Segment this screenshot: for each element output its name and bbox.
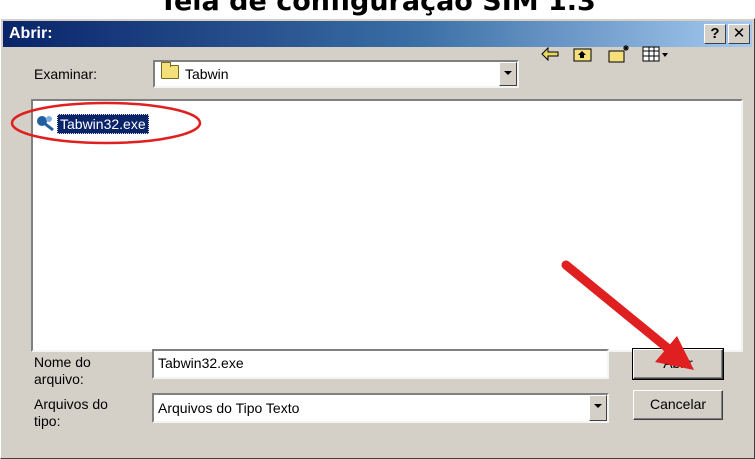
- back-arrow-icon[interactable]: [539, 43, 561, 65]
- lookin-dropdown[interactable]: Tabwin: [153, 60, 519, 88]
- application-icon: [35, 114, 55, 132]
- file-name: Tabwin32.exe: [57, 114, 149, 134]
- filetype-label: Arquivos do tipo:: [34, 396, 108, 429]
- page-title: Tela de configuração SIM 1.3: [159, 0, 596, 17]
- up-folder-icon[interactable]: [572, 43, 594, 65]
- filetype-value: Arquivos do Tipo Texto: [158, 400, 300, 416]
- open-button[interactable]: Abrir: [632, 348, 724, 380]
- filetype-dropdown[interactable]: Arquivos do Tipo Texto: [152, 393, 609, 423]
- help-button[interactable]: ?: [704, 24, 726, 44]
- dialog-titlebar: Abrir: ? ✕: [3, 21, 752, 47]
- list-item[interactable]: Tabwin32.exe: [33, 112, 183, 134]
- dialog-title: Abrir:: [9, 25, 53, 42]
- filename-input[interactable]: Tabwin32.exe: [152, 349, 609, 379]
- lookin-value: Tabwin: [185, 66, 229, 82]
- filename-label: Nome do arquivo:: [34, 354, 91, 387]
- cancel-button[interactable]: Cancelar: [633, 390, 723, 420]
- lookin-label: Examinar:: [34, 66, 98, 82]
- folder-icon: [161, 62, 179, 79]
- close-button[interactable]: ✕: [728, 24, 750, 44]
- file-list[interactable]: Tabwin32.exe: [31, 99, 743, 352]
- open-file-dialog: Abrir: ? ✕ Examinar: Tabwin Tabwin32.exe…: [0, 18, 755, 459]
- new-folder-icon[interactable]: [607, 43, 629, 65]
- chevron-down-icon[interactable]: [589, 395, 607, 421]
- chevron-down-icon[interactable]: [499, 62, 517, 86]
- view-menu-icon[interactable]: [641, 43, 671, 65]
